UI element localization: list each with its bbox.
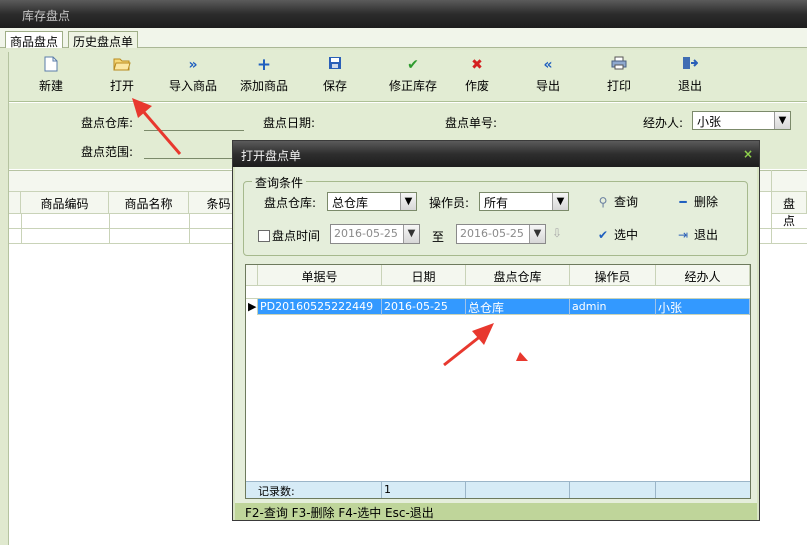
cell-operator[interactable]: admin bbox=[570, 299, 656, 315]
date-to-label: 至 bbox=[432, 230, 445, 244]
exit-icon: ⇥ bbox=[677, 228, 689, 242]
tab-strip: 商品盘点 历史盘点单 bbox=[0, 28, 807, 49]
column-header-order-no[interactable]: 单据号 bbox=[258, 265, 382, 286]
column-header-operator[interactable]: 操作员 bbox=[570, 265, 656, 286]
double-chevron-right-icon: » bbox=[188, 57, 198, 73]
dialog-body: 查询条件 盘点仓库: 总仓库 ▼ 操作员: 所有 ▼ ⚲ 查询 ━ 删除 盘点时间 … bbox=[235, 167, 757, 503]
chevron-down-icon[interactable]: ▼ bbox=[552, 193, 568, 210]
row-pointer-icon: ▶ bbox=[246, 299, 258, 315]
down-arrow-icon: ⇩ bbox=[552, 226, 563, 240]
exit-button[interactable]: 退出 bbox=[658, 56, 722, 94]
date-label: 盘点日期: bbox=[263, 116, 316, 130]
record-count-value: 1 bbox=[382, 482, 466, 498]
save-icon bbox=[303, 56, 367, 74]
dialog-warehouse-label: 盘点仓库: bbox=[264, 196, 317, 210]
grid-header-stocktake[interactable]: 盘点 bbox=[771, 192, 807, 228]
range-field[interactable] bbox=[144, 158, 244, 159]
cell-warehouse[interactable]: 总仓库 bbox=[466, 299, 570, 315]
void-button[interactable]: ✖ 作废 bbox=[445, 56, 509, 94]
printer-icon bbox=[587, 56, 651, 74]
magnifier-icon: ⚲ bbox=[598, 195, 608, 209]
exit-icon bbox=[658, 56, 722, 74]
stocktake-orders-table: 单据号 日期 盘点仓库 操作员 经办人 ▶ PD20160525222449 2… bbox=[245, 264, 751, 499]
new-button[interactable]: 新建 bbox=[19, 56, 83, 94]
table-row[interactable]: ▶ PD20160525222449 2016-05-25 总仓库 admin … bbox=[246, 299, 750, 315]
export-button[interactable]: « 导出 bbox=[516, 56, 580, 94]
chevron-down-icon[interactable]: ▼ bbox=[400, 193, 416, 210]
double-chevron-left-icon: « bbox=[543, 57, 553, 73]
chevron-down-icon[interactable]: ▼ bbox=[774, 112, 790, 129]
filter-row[interactable] bbox=[246, 286, 750, 299]
checkmark-icon: ✔ bbox=[407, 57, 419, 73]
grid-header-name[interactable]: 商品名称 bbox=[109, 192, 189, 214]
window-title-bar: 库存盘点 bbox=[0, 0, 807, 28]
minus-icon: ━ bbox=[679, 195, 687, 209]
window-title: 库存盘点 bbox=[22, 9, 71, 23]
date-filter-checkbox[interactable]: 盘点时间 bbox=[258, 227, 320, 244]
grid-indicator-header bbox=[9, 192, 21, 214]
handler-select[interactable]: 小张 ▼ bbox=[692, 111, 791, 130]
cell-order-no[interactable]: PD20160525222449 bbox=[258, 299, 382, 315]
import-products-button[interactable]: » 导入商品 bbox=[161, 56, 225, 94]
annotation-arrow-icon bbox=[132, 98, 182, 155]
cell-date[interactable]: 2016-05-25 bbox=[382, 299, 466, 315]
warehouse-label: 盘点仓库: bbox=[81, 116, 134, 130]
select-button[interactable]: ✔ 选中 bbox=[594, 226, 638, 243]
record-count-label: 记录数: bbox=[246, 482, 382, 498]
handler-label: 经办人: bbox=[643, 116, 684, 130]
query-button[interactable]: ⚲ 查询 bbox=[594, 193, 638, 210]
delete-button[interactable]: ━ 删除 bbox=[674, 193, 718, 210]
chevron-down-icon[interactable]: ▼ bbox=[529, 225, 545, 243]
checkmark-icon: ✔ bbox=[597, 228, 609, 242]
open-button[interactable]: 打开 bbox=[90, 56, 154, 94]
column-header-warehouse[interactable]: 盘点仓库 bbox=[466, 265, 570, 286]
date-from-picker[interactable]: 2016-05-25 ▼ bbox=[330, 224, 420, 244]
x-icon: ✖ bbox=[471, 57, 483, 73]
save-button[interactable]: 保存 bbox=[303, 56, 367, 94]
print-button[interactable]: 打印 bbox=[587, 56, 651, 94]
cell-handler[interactable]: 小张 bbox=[656, 299, 750, 315]
column-header-date[interactable]: 日期 bbox=[382, 265, 466, 286]
dialog-exit-button[interactable]: ⇥ 退出 bbox=[674, 226, 718, 243]
range-label: 盘点范围: bbox=[81, 145, 134, 159]
dialog-status-bar: F2-查询 F3-删除 F4-选中 Esc-退出 bbox=[235, 503, 757, 520]
add-products-button[interactable]: + 添加商品 bbox=[232, 56, 296, 94]
dialog-warehouse-select[interactable]: 总仓库 ▼ bbox=[327, 192, 417, 211]
operator-select[interactable]: 所有 ▼ bbox=[479, 192, 569, 211]
query-conditions-group: 查询条件 盘点仓库: 总仓库 ▼ 操作员: 所有 ▼ ⚲ 查询 ━ 删除 盘点时间 … bbox=[243, 174, 748, 256]
grid-header-code[interactable]: 商品编码 bbox=[21, 192, 109, 214]
annotation-arrow-icon bbox=[443, 323, 528, 367]
new-doc-icon bbox=[19, 56, 83, 74]
order-no-label: 盘点单号: bbox=[445, 116, 498, 130]
query-conditions-legend: 查询条件 bbox=[252, 174, 307, 191]
checkbox-icon[interactable] bbox=[258, 230, 270, 242]
tab-history-stocktake[interactable]: 历史盘点单 bbox=[68, 31, 139, 49]
column-header-handler[interactable]: 经办人 bbox=[656, 265, 750, 286]
fix-stock-button[interactable]: ✔ 修正库存 bbox=[374, 56, 452, 94]
table-footer: 记录数: 1 bbox=[246, 481, 750, 498]
open-stocktake-dialog: 打开盘点单 × 查询条件 盘点仓库: 总仓库 ▼ 操作员: 所有 ▼ ⚲ 查询 ━… bbox=[232, 140, 760, 521]
row-indicator-header bbox=[246, 265, 258, 286]
dialog-title: 打开盘点单 bbox=[241, 149, 302, 163]
plus-icon: + bbox=[256, 55, 272, 75]
open-folder-icon bbox=[90, 56, 154, 74]
close-icon[interactable]: × bbox=[743, 147, 753, 161]
operator-label: 操作员: bbox=[429, 196, 470, 210]
dialog-title-bar: 打开盘点单 × bbox=[233, 141, 759, 167]
date-to-picker[interactable]: 2016-05-25 ▼ bbox=[456, 224, 546, 244]
tab-product-stocktake[interactable]: 商品盘点 bbox=[5, 31, 64, 49]
chevron-down-icon[interactable]: ▼ bbox=[403, 225, 419, 243]
